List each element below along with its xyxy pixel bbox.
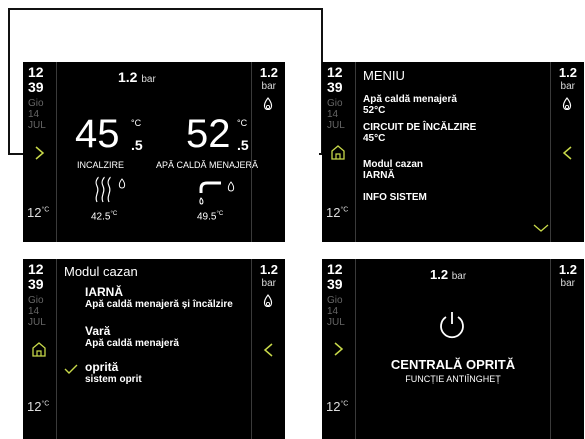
- left-status-column: 12 39 Gio 14 JUL 12°C: [322, 62, 356, 242]
- clock-minute: 39: [28, 79, 44, 95]
- chevron-down-icon[interactable]: [531, 223, 551, 233]
- heating-label: INCALZIRE: [77, 160, 125, 170]
- dhw-unit: °C: [237, 118, 248, 128]
- left-status-column: 12 39 Gio 14 JUL 12°C: [23, 259, 57, 439]
- clock-hour: 12: [327, 64, 343, 80]
- dhw-decimal: .5: [237, 137, 249, 153]
- heating-decimal: .5: [131, 137, 143, 153]
- dhw-setpoint[interactable]: 52: [186, 114, 231, 154]
- month-label: JUL: [28, 120, 46, 131]
- flame-icon: [562, 97, 572, 111]
- day-label: Gio: [327, 295, 343, 306]
- right-status-column: 1.2 bar: [251, 62, 285, 242]
- boiler-status: CENTRALĂ OPRITĂ: [390, 357, 516, 372]
- mode-title: Modul cazan: [64, 264, 138, 279]
- pressure-value: 1.2: [259, 65, 278, 80]
- home-screen: 12 39 Gio 14 JUL 12°C 1.2 bar 45 °C .5 I…: [23, 62, 285, 242]
- tap-icon: [199, 181, 235, 205]
- right-status-column: 1.2 bar: [251, 259, 285, 439]
- dhw-actual-temp: 49.5°C: [197, 211, 224, 223]
- mode-option-winter[interactable]: IARNĂ Apă caldă menajeră și încălzire: [85, 286, 233, 311]
- date-label: 14: [28, 109, 40, 120]
- outdoor-temp: 12°C: [27, 399, 50, 414]
- day-label: Gio: [28, 98, 44, 109]
- radiator-heat-icon: [95, 176, 126, 203]
- clock-hour: 12: [28, 64, 44, 80]
- right-status-column: 1.2 bar: [550, 62, 584, 242]
- mode-option-summer[interactable]: Vară Apă caldă menajeră: [85, 325, 179, 350]
- chevron-left-icon[interactable]: [559, 144, 577, 162]
- pressure-value: 1.2: [259, 262, 278, 277]
- outdoor-temp: 12°C: [326, 205, 349, 220]
- menu-title: MENIU: [363, 68, 405, 83]
- flame-icon: [263, 97, 273, 111]
- heating-unit: °C: [131, 118, 142, 128]
- clock-minute: 39: [327, 79, 343, 95]
- left-status-column: 12 39 Gio 14 JUL 12°C: [23, 62, 57, 242]
- pressure-value: 1.2: [558, 262, 577, 277]
- chevron-left-icon[interactable]: [260, 341, 278, 359]
- home-icon[interactable]: [30, 340, 48, 358]
- antifreeze-label: FUNCȚIE ANTIÎNGHEȚ: [405, 374, 501, 384]
- pressure-unit: bar: [560, 81, 575, 92]
- boiler-off-screen: 12 39 Gio 14 JUL 12°C 1.2 bar CENTRALĂ O…: [322, 259, 584, 439]
- power-icon[interactable]: [437, 309, 467, 341]
- mode-option-off[interactable]: oprită sistem oprit: [85, 361, 142, 386]
- date-label: 14: [327, 306, 339, 317]
- month-label: JUL: [327, 120, 345, 131]
- flame-icon: [263, 294, 273, 308]
- dhw-label: APĂ CALDĂ MENAJERĂ: [156, 160, 259, 170]
- month-label: JUL: [327, 317, 345, 328]
- menu-item-boiler-mode[interactable]: Modul cazan IARNĂ: [363, 159, 423, 181]
- home-icon[interactable]: [329, 143, 347, 161]
- outdoor-temp: 12°C: [326, 399, 349, 414]
- pressure-unit: bar: [560, 278, 575, 289]
- chevron-right-icon[interactable]: [30, 144, 48, 162]
- clock-hour: 12: [327, 261, 343, 277]
- pressure-unit: bar: [261, 278, 276, 289]
- heating-actual-temp: 42.5°C: [91, 211, 118, 223]
- checkmark-icon: [64, 364, 78, 374]
- date-label: 14: [28, 306, 40, 317]
- date-label: 14: [327, 109, 339, 120]
- pressure-unit: bar: [261, 81, 276, 92]
- clock-hour: 12: [28, 261, 44, 277]
- clock-minute: 39: [28, 276, 44, 292]
- menu-item-system-info[interactable]: INFO SISTEM: [363, 192, 427, 203]
- outdoor-temp: 12°C: [27, 205, 50, 220]
- menu-screen: 12 39 Gio 14 JUL 12°C MENIU Apă caldă me…: [322, 62, 584, 242]
- menu-item-dhw[interactable]: Apă caldă menajeră 52°C: [363, 94, 457, 116]
- pressure-readout: 1.2 bar: [430, 267, 467, 282]
- right-status-column: 1.2 bar: [550, 259, 584, 439]
- day-label: Gio: [28, 295, 44, 306]
- clock-minute: 39: [327, 276, 343, 292]
- heating-setpoint[interactable]: 45: [75, 114, 120, 154]
- month-label: JUL: [28, 317, 46, 328]
- chevron-right-icon[interactable]: [329, 340, 347, 358]
- boiler-mode-screen: 12 39 Gio 14 JUL 12°C Modul cazan IARNĂ …: [23, 259, 285, 439]
- left-status-column: 12 39 Gio 14 JUL 12°C: [322, 259, 356, 439]
- pressure-readout: 1.2 bar: [118, 69, 156, 85]
- pressure-value: 1.2: [558, 65, 577, 80]
- menu-item-heating-circuit[interactable]: CIRCUIT DE ÎNCĂLZIRE 45°C: [363, 122, 476, 144]
- day-label: Gio: [327, 98, 343, 109]
